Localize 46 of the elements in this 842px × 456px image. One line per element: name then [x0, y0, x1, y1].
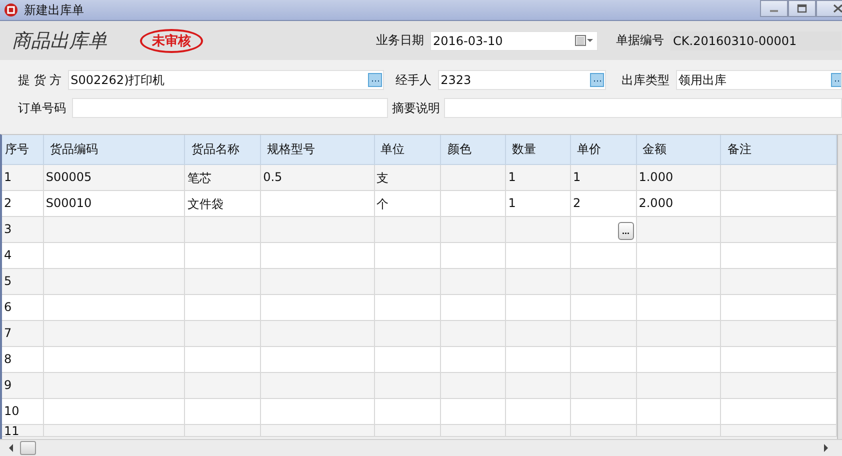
window-title: 新建出库单: [24, 2, 84, 18]
document-number-field: CK.20160310-00001: [670, 30, 842, 50]
lookup-button-icon[interactable]: [368, 73, 382, 87]
maximize-icon: [797, 4, 807, 13]
maximize-button[interactable]: [788, 0, 816, 17]
input-field[interactable]: 领用出库: [676, 70, 842, 90]
input-field[interactable]: [444, 98, 842, 118]
field-label: 摘要说明: [392, 100, 440, 116]
column-header[interactable]: 货品名称: [185, 135, 262, 164]
field-label: 提 货 方: [18, 72, 62, 88]
calendar-icon[interactable]: [575, 35, 593, 46]
table-cell: [441, 425, 506, 437]
field-label: 订单号码: [18, 100, 66, 116]
column-header[interactable]: 规格型号: [261, 135, 375, 164]
table-cell: 11: [2, 425, 44, 437]
field-label: 出库类型: [622, 72, 670, 88]
scrollbar-thumb[interactable]: [20, 441, 36, 455]
scroll-right-icon[interactable]: [823, 444, 829, 452]
column-header[interactable]: 单位: [374, 135, 442, 164]
table-cell: [506, 425, 571, 437]
column-header[interactable]: 序号: [2, 135, 44, 164]
table-cell: [374, 425, 442, 437]
app-icon: [4, 3, 18, 17]
input-field[interactable]: S002262)打印机: [68, 70, 384, 90]
column-header[interactable]: 颜色: [441, 135, 506, 164]
close-icon: [833, 4, 842, 13]
horizontal-scrollbar[interactable]: [0, 439, 842, 456]
status-stamp: 未审核: [140, 28, 203, 52]
table-cell: [570, 425, 637, 437]
lookup-button-icon[interactable]: [831, 73, 841, 87]
field-label: 业务日期: [376, 32, 424, 49]
scroll-left-icon[interactable]: [8, 444, 14, 452]
column-header[interactable]: 数量: [506, 135, 571, 164]
lookup-button-icon[interactable]: [590, 73, 604, 87]
column-header[interactable]: 单价: [570, 135, 637, 164]
date-field[interactable]: 2016-03-10: [430, 30, 598, 50]
form-title: 商品出库单: [12, 28, 108, 54]
vertical-scrollbar[interactable]: [837, 135, 842, 439]
field-label: 单据编号: [616, 32, 664, 49]
column-header[interactable]: 货品编码: [44, 135, 186, 164]
ellipsis-button[interactable]: ...: [618, 222, 634, 240]
field-label: 经手人: [396, 72, 432, 88]
column-header[interactable]: 金额: [636, 135, 722, 164]
minimize-button[interactable]: [760, 0, 788, 17]
input-field[interactable]: [72, 98, 388, 118]
input-field[interactable]: 2323: [438, 70, 606, 90]
